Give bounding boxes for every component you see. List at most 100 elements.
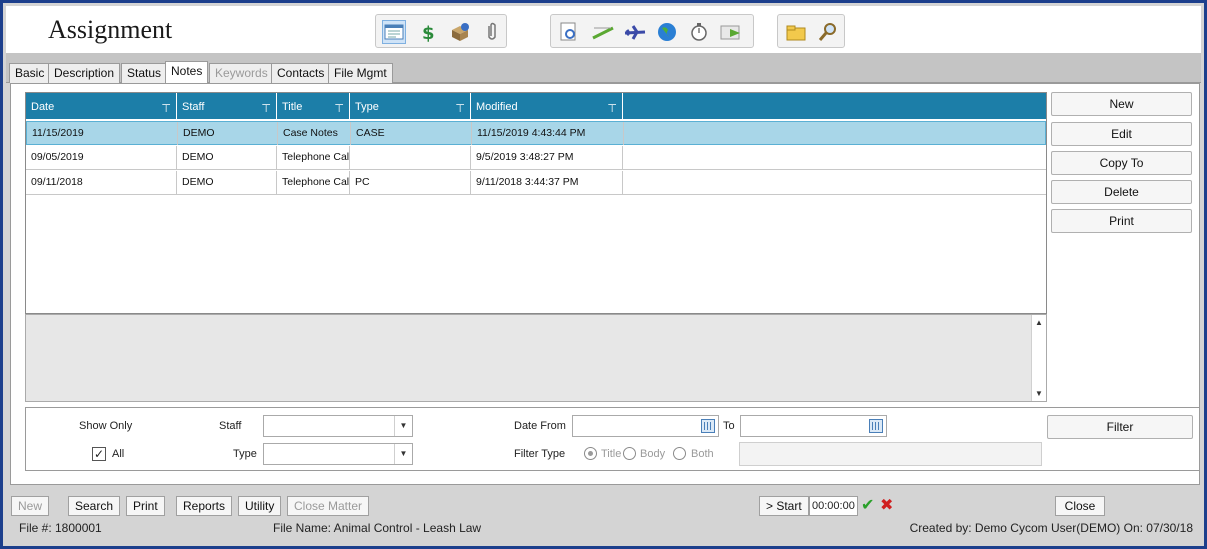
cancel-x-icon[interactable]: ✖ — [880, 496, 898, 516]
show-only-label: Show Only — [79, 420, 133, 432]
app-window: Assignment $ Basic Description Status No… — [0, 0, 1207, 549]
column-header-type[interactable]: Type ⊤ — [350, 93, 471, 119]
tab-contacts[interactable]: Contacts — [271, 63, 331, 83]
toolbar-group-3 — [777, 14, 845, 48]
new-matter-button[interactable]: New — [11, 496, 50, 516]
reports-button[interactable]: Reports — [176, 496, 233, 516]
all-checkbox[interactable]: ✓ — [92, 447, 106, 461]
radio-title[interactable] — [584, 447, 597, 460]
globe-icon[interactable] — [655, 20, 679, 44]
filter-text-input[interactable] — [739, 442, 1042, 466]
status-bar: File #: 1800001 File Name: Animal Contro… — [6, 518, 1201, 542]
new-note-button[interactable]: New — [1051, 92, 1192, 116]
table-row[interactable]: 09/11/2018 DEMO Telephone Call PC 9/11/2… — [26, 171, 1046, 195]
tab-status[interactable]: Status — [121, 63, 168, 83]
cell-date: 11/15/2019 — [27, 122, 178, 145]
cell-date: 09/11/2018 — [26, 171, 177, 194]
ruler-pencil-icon[interactable] — [591, 20, 615, 44]
paperclip-icon[interactable] — [480, 20, 504, 44]
created-by: Created by: Demo Cycom User(DEMO) On: 07… — [909, 521, 1193, 535]
radio-body[interactable] — [623, 447, 636, 460]
folder-icon[interactable] — [784, 20, 808, 44]
utility-button[interactable]: Utility — [238, 496, 282, 516]
cell-title: Telephone Call — [277, 171, 350, 194]
filter-button[interactable]: Filter — [1047, 415, 1193, 439]
chevron-down-icon[interactable]: ▼ — [394, 444, 412, 464]
filter-panel: Show Only ✓ All Staff ▼ Type ▼ Date From… — [25, 407, 1200, 471]
radio-both-label: Both — [691, 448, 714, 460]
start-timer-button[interactable]: > Start — [759, 496, 809, 516]
cell-staff: DEMO — [177, 171, 277, 194]
copy-to-button[interactable]: Copy To — [1051, 151, 1192, 175]
bottom-toolbar: New Search Print Reports Utility Close M… — [6, 491, 1201, 517]
close-matter-button[interactable]: Close Matter — [287, 496, 370, 516]
stopwatch-icon[interactable] — [687, 20, 711, 44]
type-select[interactable]: ▼ — [263, 443, 413, 465]
tab-basic[interactable]: Basic — [9, 63, 51, 83]
mail-arrow-icon[interactable] — [719, 20, 743, 44]
box-icon[interactable] — [448, 20, 472, 44]
window-title: Assignment — [48, 15, 173, 44]
cell-type — [350, 146, 471, 169]
notes-grid: Date ⊤ Staff ⊤ Title ⊤ Type ⊤ Modified ⊤ 11/1… — [25, 92, 1047, 314]
print-button[interactable]: Print — [126, 496, 165, 516]
print-note-button[interactable]: Print — [1051, 209, 1192, 233]
date-to-field[interactable] — [740, 415, 887, 437]
timer-display: 00:00:00 — [809, 496, 858, 516]
notes-icon[interactable] — [382, 20, 406, 44]
filter-type-label: Filter Type — [514, 448, 566, 460]
delete-note-button[interactable]: Delete — [1051, 180, 1192, 204]
column-header-staff[interactable]: Staff ⊤ — [177, 93, 277, 119]
tab-description[interactable]: Description — [48, 63, 121, 83]
tab-notes[interactable]: Notes — [165, 61, 209, 84]
table-row[interactable]: 09/05/2019 DEMO Telephone Call 9/5/2019 … — [26, 146, 1046, 170]
table-row[interactable]: 11/15/2019 DEMO Case Notes CASE 11/15/20… — [26, 121, 1046, 145]
tab-keywords[interactable]: Keywords — [209, 63, 274, 83]
cell-staff: DEMO — [178, 122, 278, 145]
cell-staff: DEMO — [177, 146, 277, 169]
note-scrollbar[interactable]: ▲ ▼ — [1031, 315, 1046, 401]
airplane-icon[interactable] — [623, 20, 647, 44]
toolbar-group-2 — [550, 14, 754, 48]
magnifier-icon[interactable] — [816, 20, 840, 44]
filter-icon[interactable]: ⊤ — [261, 95, 271, 123]
cell-modified: 9/5/2019 3:48:27 PM — [471, 146, 623, 169]
note-preview[interactable]: ▲ ▼ — [25, 314, 1047, 402]
scroll-down-icon[interactable]: ▼ — [1035, 389, 1043, 398]
accept-check-icon[interactable]: ✔ — [861, 496, 879, 516]
calendar-icon[interactable] — [869, 419, 883, 433]
tab-strip: Basic Description Status Notes Keywords … — [6, 53, 1201, 84]
date-from-field[interactable] — [572, 415, 719, 437]
grid-header: Date ⊤ Staff ⊤ Title ⊤ Type ⊤ Modified ⊤ — [26, 93, 1046, 119]
file-name: File Name: Animal Control - Leash Law — [273, 521, 482, 535]
notes-panel: Date ⊤ Staff ⊤ Title ⊤ Type ⊤ Modified ⊤ 11/1… — [10, 83, 1200, 485]
preview-doc-icon[interactable] — [557, 20, 581, 44]
radio-both[interactable] — [673, 447, 686, 460]
to-label: To — [723, 420, 735, 432]
filter-icon[interactable]: ⊤ — [334, 95, 344, 123]
radio-body-label: Body — [640, 448, 666, 460]
cell-modified: 11/15/2019 4:43:44 PM — [472, 122, 624, 145]
cell-modified: 9/11/2018 3:44:37 PM — [471, 171, 623, 194]
tab-file-mgmt[interactable]: File Mgmt — [328, 63, 393, 83]
filter-icon[interactable]: ⊤ — [455, 95, 465, 123]
cell-type: CASE — [351, 122, 472, 145]
filter-icon[interactable]: ⊤ — [607, 95, 617, 123]
column-header-title[interactable]: Title ⊤ — [277, 93, 350, 119]
cell-type: PC — [350, 171, 471, 194]
svg-text:$: $ — [422, 23, 435, 42]
search-button[interactable]: Search — [68, 496, 121, 516]
close-button[interactable]: Close — [1055, 496, 1105, 516]
cell-date: 09/05/2019 — [26, 146, 177, 169]
column-header-date[interactable]: Date ⊤ — [26, 93, 177, 119]
title-bar: Assignment $ — [6, 6, 1201, 53]
calendar-icon[interactable] — [701, 419, 715, 433]
dollar-icon[interactable]: $ — [416, 20, 440, 44]
scroll-up-icon[interactable]: ▲ — [1035, 318, 1043, 327]
chevron-down-icon[interactable]: ▼ — [394, 416, 412, 436]
staff-select[interactable]: ▼ — [263, 415, 413, 437]
edit-note-button[interactable]: Edit — [1051, 122, 1192, 146]
filter-icon[interactable]: ⊤ — [161, 95, 171, 123]
column-header-modified[interactable]: Modified ⊤ — [471, 93, 623, 119]
cell-title: Case Notes — [278, 122, 351, 145]
